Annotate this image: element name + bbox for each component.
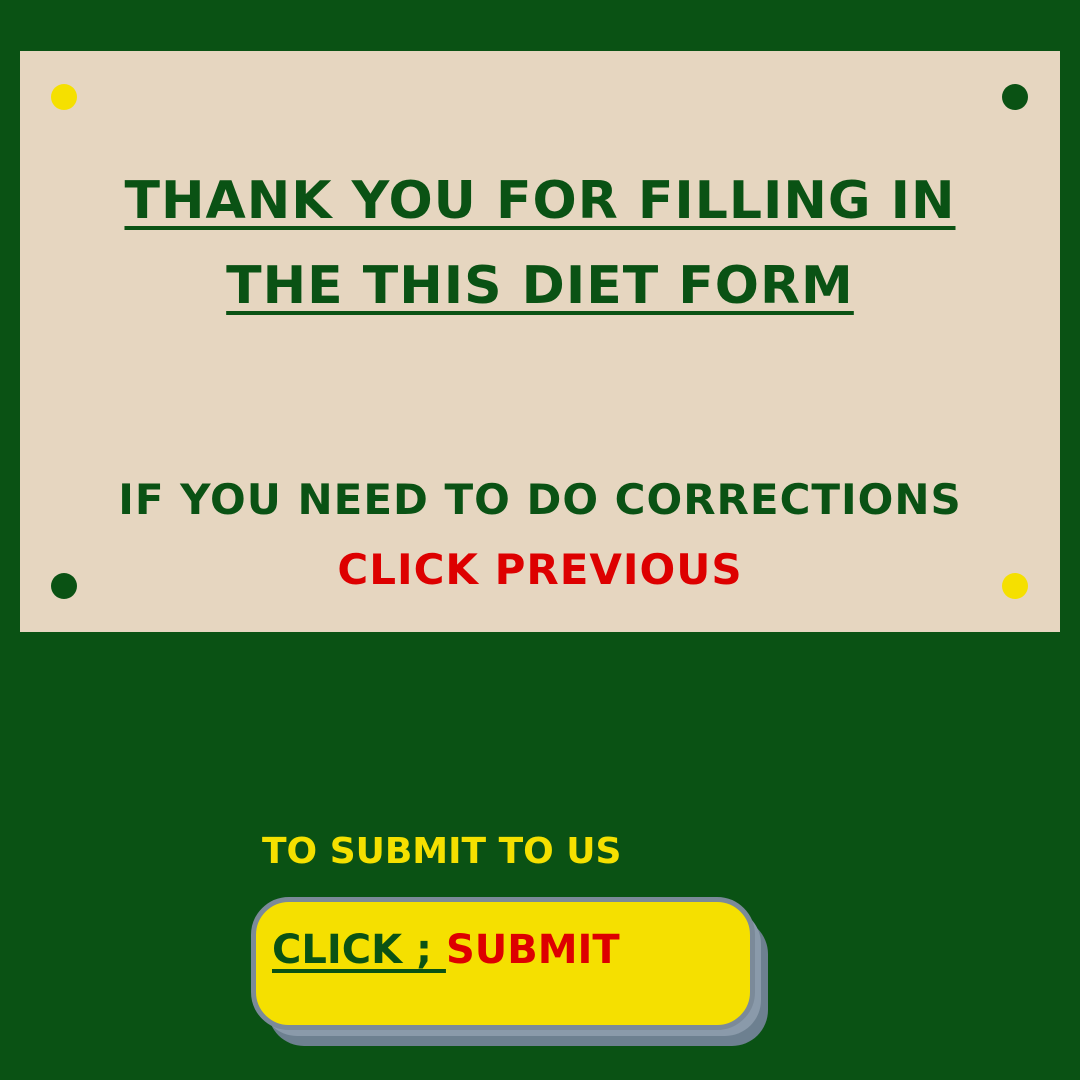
- title-line-2: THE THIS DIET FORM: [226, 256, 854, 316]
- corner-dot-green: [1002, 84, 1028, 110]
- click-previous-text: CLICK PREVIOUS: [337, 545, 743, 594]
- submit-button[interactable]: CLICK ; SUBMIT: [251, 897, 755, 1030]
- title-line-1: THANK YOU FOR FILLING IN: [124, 171, 956, 231]
- submit-button-label: CLICK ; SUBMIT: [272, 924, 620, 976]
- corner-dot-yellow: [51, 84, 77, 110]
- corrections-instruction: IF YOU NEED TO DO CORRECTIONS: [118, 475, 962, 524]
- thank-you-title: THANK YOU FOR FILLING IN THE THIS DIET F…: [20, 159, 1060, 329]
- submit-caption: TO SUBMIT TO US: [262, 831, 622, 872]
- submit-button-submit-text: SUBMIT: [445, 927, 620, 973]
- thank-you-panel: THANK YOU FOR FILLING IN THE THIS DIET F…: [20, 51, 1060, 632]
- submit-button-click-text: CLICK ;: [272, 927, 446, 973]
